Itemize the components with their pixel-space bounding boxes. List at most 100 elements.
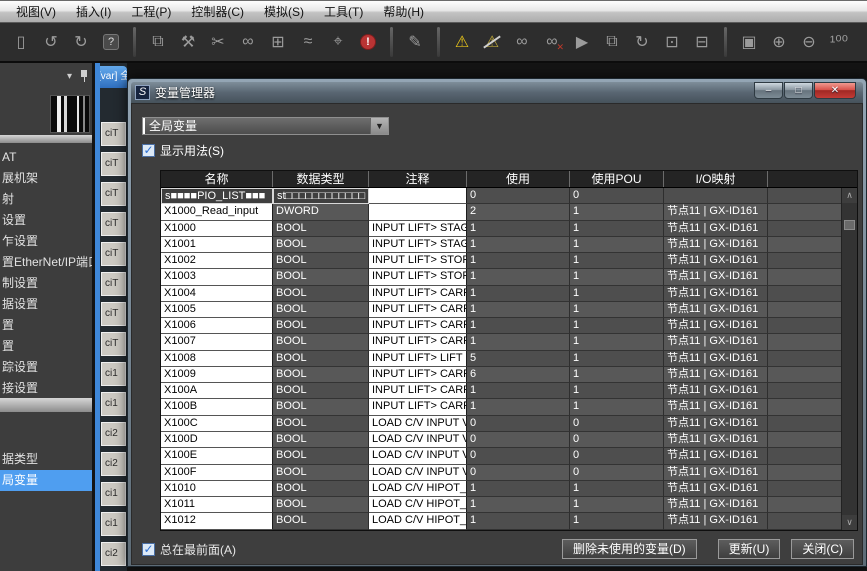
- tree-item[interactable]: 置: [0, 315, 92, 336]
- variable-name-cell[interactable]: X1004: [161, 286, 273, 302]
- comment-cell[interactable]: INPUT LIFT> CARR: [369, 286, 467, 302]
- variable-name-cell[interactable]: X100F: [161, 465, 273, 481]
- refresh-icon[interactable]: ↻: [629, 29, 655, 55]
- variable-row[interactable]: X1011BOOLLOAD C/V HIPOT_11节点11 | GX-ID16…: [161, 497, 841, 513]
- variable-row[interactable]: X1012BOOLLOAD C/V HIPOT_11节点11 | GX-ID16…: [161, 513, 841, 529]
- error-list-icon[interactable]: !: [355, 29, 381, 55]
- always-on-top-checkbox[interactable]: ✓: [142, 543, 155, 556]
- comment-cell[interactable]: INPUT LIFT> STAG: [369, 221, 467, 237]
- column-header[interactable]: 名称: [161, 171, 273, 187]
- dropdown-arrow-icon[interactable]: ▼: [370, 118, 388, 134]
- tree-item[interactable]: 设置: [0, 210, 92, 231]
- tree-item[interactable]: 置: [0, 336, 92, 357]
- background-row-header[interactable]: ci1: [101, 392, 126, 416]
- monitor-watch-icon[interactable]: ∞: [509, 29, 535, 55]
- tree-item[interactable]: AT: [0, 147, 92, 168]
- comment-cell[interactable]: LOAD C/V INPUT V: [369, 465, 467, 481]
- new-window-icon[interactable]: ⧉: [145, 29, 171, 55]
- variable-name-cell[interactable]: X1003: [161, 269, 273, 285]
- variable-name-cell[interactable]: X1009: [161, 367, 273, 383]
- variable-row[interactable]: X100FBOOLLOAD C/V INPUT V00节点11 | GX-ID1…: [161, 465, 841, 481]
- background-row-header[interactable]: ciT: [101, 212, 126, 236]
- variable-row[interactable]: X1004BOOLINPUT LIFT> CARR11节点11 | GX-ID1…: [161, 286, 841, 302]
- help-icon[interactable]: ?: [98, 29, 124, 55]
- variable-row[interactable]: X1010BOOLLOAD C/V HIPOT_11节点11 | GX-ID16…: [161, 481, 841, 497]
- tree-item-selected[interactable]: 局变量: [0, 470, 92, 491]
- column-header[interactable]: 使用: [467, 171, 570, 187]
- chevron-down-icon[interactable]: ▾: [67, 71, 72, 82]
- background-row-header[interactable]: ci1: [101, 512, 126, 536]
- variable-row[interactable]: X1006BOOLINPUT LIFT> CARR11节点11 | GX-ID1…: [161, 318, 841, 334]
- scroll-down-icon[interactable]: ∨: [842, 515, 857, 530]
- tree-item[interactable]: 射: [0, 189, 92, 210]
- background-row-header[interactable]: ciT: [101, 122, 126, 146]
- comment-cell[interactable]: LOAD C/V INPUT V: [369, 432, 467, 448]
- zoom-out-icon[interactable]: ⊖: [796, 29, 822, 55]
- background-row-header[interactable]: ciT: [101, 152, 126, 176]
- column-header[interactable]: I/O映射: [664, 171, 768, 187]
- variable-row[interactable]: X100DBOOLLOAD C/V INPUT V00节点11 | GX-ID1…: [161, 432, 841, 448]
- scroll-up-icon[interactable]: ∧: [842, 188, 857, 203]
- tree-item[interactable]: 接设置: [0, 378, 92, 399]
- comment-cell[interactable]: INPUT LIFT> CARR: [369, 383, 467, 399]
- menu-item[interactable]: 控制器(C): [181, 1, 254, 22]
- watch-remove-icon[interactable]: ∞✕: [539, 29, 565, 55]
- variable-name-cell[interactable]: X1012: [161, 513, 273, 529]
- variable-name-cell[interactable]: X1002: [161, 253, 273, 269]
- tree-item[interactable]: 乍设置: [0, 231, 92, 252]
- close-button[interactable]: 关闭(C): [791, 539, 854, 559]
- build-icon[interactable]: ⚒: [175, 29, 201, 55]
- tree-item[interactable]: 置EtherNet/IP端口: [0, 252, 92, 273]
- variable-row[interactable]: X1008BOOLINPUT LIFT> LIFT (51节点11 | GX-I…: [161, 351, 841, 367]
- search-icon[interactable]: ⌖: [325, 29, 351, 55]
- variable-row[interactable]: X1009BOOLINPUT LIFT> CARR61节点11 | GX-ID1…: [161, 367, 841, 383]
- variable-name-cell[interactable]: X100C: [161, 416, 273, 432]
- background-row-header[interactable]: ci2: [101, 542, 126, 566]
- variable-row[interactable]: X1002BOOLINPUT LIFT> STOP11节点11 | GX-ID1…: [161, 253, 841, 269]
- comment-cell[interactable]: INPUT LIFT> STOP: [369, 253, 467, 269]
- variable-row[interactable]: X100CBOOLLOAD C/V INPUT V00节点11 | GX-ID1…: [161, 416, 841, 432]
- maximize-button[interactable]: □: [784, 82, 813, 99]
- comment-cell[interactable]: INPUT LIFT> CARR: [369, 367, 467, 383]
- variable-name-cell[interactable]: X100B: [161, 399, 273, 415]
- background-row-header[interactable]: ciT: [101, 302, 126, 326]
- variable-name-cell[interactable]: s■■■■PIO_LIST■■■: [161, 188, 273, 204]
- cut-icon[interactable]: ✂: [205, 29, 231, 55]
- variable-name-cell[interactable]: X1000_Read_input: [161, 204, 273, 220]
- variable-name-cell[interactable]: X100D: [161, 432, 273, 448]
- sync-to-controller-icon[interactable]: ⊡: [659, 29, 685, 55]
- watch-window-icon[interactable]: ∞: [235, 29, 261, 55]
- tree-item[interactable]: 据设置: [0, 294, 92, 315]
- comment-cell[interactable]: INPUT LIFT> CARR: [369, 399, 467, 415]
- watch-table-icon[interactable]: ⊞: [265, 29, 291, 55]
- sync-from-controller-icon[interactable]: ⊟: [689, 29, 715, 55]
- step-run-icon[interactable]: ▶: [569, 29, 595, 55]
- comment-cell[interactable]: INPUT LIFT> STAG: [369, 237, 467, 253]
- close-window-button[interactable]: ✕: [814, 82, 856, 99]
- comment-cell[interactable]: [369, 204, 467, 220]
- delete-unused-variables-button[interactable]: 删除未使用的变量(D): [562, 539, 697, 559]
- tab-global-variables[interactable]: [var] 全: [100, 66, 127, 88]
- pin-icon[interactable]: [80, 70, 88, 82]
- copy-run-icon[interactable]: ⧉: [599, 29, 625, 55]
- variable-name-cell[interactable]: X1000: [161, 221, 273, 237]
- column-header[interactable]: 使用POU: [570, 171, 664, 187]
- tree-item[interactable]: 制设置: [0, 273, 92, 294]
- background-row-header[interactable]: ciT: [101, 272, 126, 296]
- go-offline-icon[interactable]: ⚠: [479, 29, 505, 55]
- comment-cell[interactable]: LOAD C/V INPUT V: [369, 416, 467, 432]
- menu-item[interactable]: 模拟(S): [254, 1, 314, 22]
- variable-row[interactable]: X1007BOOLINPUT LIFT> CARR11节点11 | GX-ID1…: [161, 334, 841, 350]
- background-row-header[interactable]: ciT: [101, 182, 126, 206]
- background-row-header[interactable]: ci1: [101, 362, 126, 386]
- comment-cell[interactable]: INPUT LIFT> CARR: [369, 302, 467, 318]
- variable-scope-select[interactable]: 全局变量 ▼: [142, 117, 389, 135]
- column-header[interactable]: 数据类型: [273, 171, 369, 187]
- variable-row[interactable]: X100EBOOLLOAD C/V INPUT V00节点11 | GX-ID1…: [161, 448, 841, 464]
- column-header[interactable]: 注释: [369, 171, 467, 187]
- zoom-100-icon[interactable]: ¹⁰⁰: [826, 29, 852, 55]
- variable-name-cell[interactable]: X100E: [161, 448, 273, 464]
- comment-cell[interactable]: LOAD C/V INPUT V: [369, 448, 467, 464]
- edit-pointer-icon[interactable]: ✎: [402, 29, 428, 55]
- scrollbar-thumb[interactable]: [844, 220, 855, 230]
